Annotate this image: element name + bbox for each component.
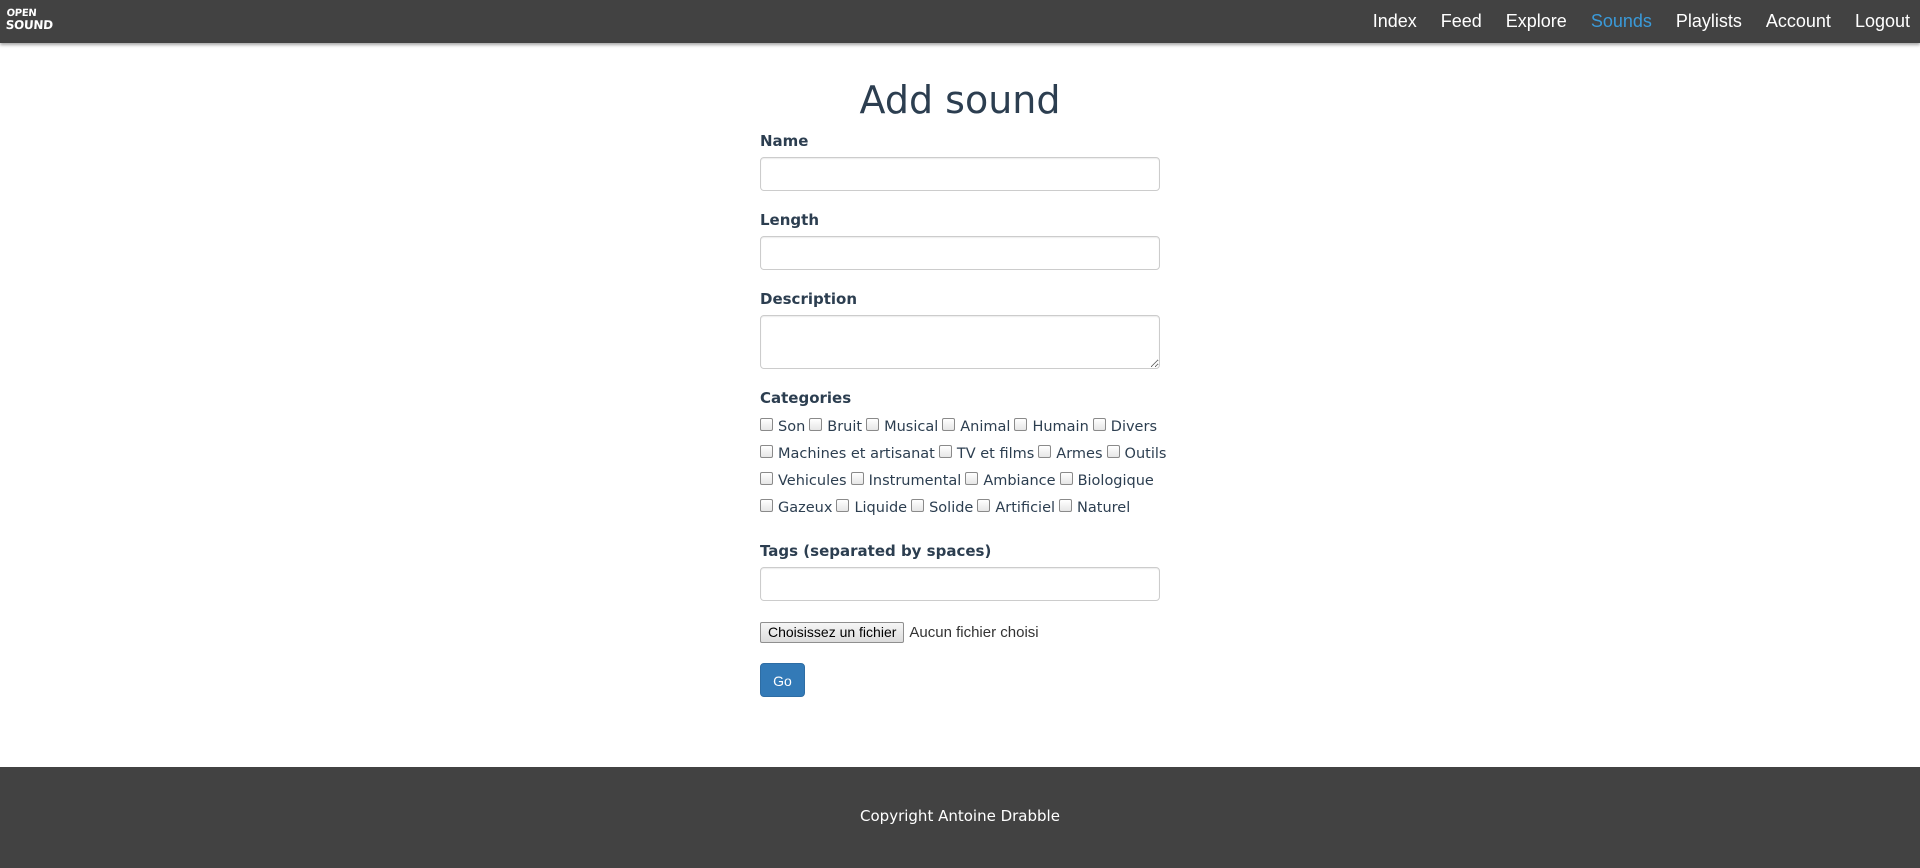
checkbox[interactable] <box>850 472 864 485</box>
navbar: OPEN SOUND Index Feed Explore Sounds Pla… <box>0 0 1920 43</box>
categories-row: Vehicules Instrumental Ambiance Biologiq… <box>760 467 1180 494</box>
footer: Copyright Antoine Drabble <box>0 767 1920 868</box>
checkbox[interactable] <box>760 472 773 485</box>
categories-row: Gazeux Liquide Solide Artificiel Naturel <box>760 494 1180 521</box>
checkbox[interactable] <box>977 499 991 512</box>
nav-logout[interactable]: Logout <box>1843 0 1920 43</box>
checkbox[interactable] <box>809 418 823 431</box>
category-liquide[interactable]: Liquide <box>836 499 907 516</box>
main-nav: Index Feed Explore Sounds Playlists Acco… <box>1361 0 1920 43</box>
category-divers[interactable]: Divers <box>1092 418 1157 435</box>
description-textarea[interactable] <box>760 315 1160 369</box>
checkbox[interactable] <box>1014 418 1028 431</box>
nav-index[interactable]: Index <box>1361 0 1429 43</box>
length-label: Length <box>760 211 819 229</box>
name-label: Name <box>760 132 809 150</box>
open-sound-logo[interactable]: OPEN SOUND <box>5 8 54 34</box>
checkbox[interactable] <box>836 499 850 512</box>
file-status: Aucun fichier choisi <box>909 623 1039 641</box>
description-label: Description <box>760 290 858 308</box>
checkbox[interactable] <box>942 418 956 431</box>
category-tv-et-films[interactable]: TV et films <box>938 445 1034 462</box>
checkbox[interactable] <box>866 418 880 431</box>
category-animal[interactable]: Animal <box>942 418 1010 435</box>
category-humain[interactable]: Humain <box>1014 418 1089 435</box>
category-son[interactable]: Son <box>760 418 805 435</box>
categories-label: Categories <box>760 389 852 407</box>
nav-feed[interactable]: Feed <box>1429 0 1494 43</box>
categories-row: Machines et artisanat TV et films Armes … <box>760 440 1180 467</box>
page-title: Add sound <box>859 78 1061 122</box>
category-solide[interactable]: Solide <box>911 499 973 516</box>
tags-label: Tags (separated by spaces) <box>760 542 992 560</box>
category-musical[interactable]: Musical <box>866 418 938 435</box>
category-machines-et-artisanat[interactable]: Machines et artisanat <box>760 445 935 462</box>
category-bruit[interactable]: Bruit <box>809 418 862 435</box>
nav-account[interactable]: Account <box>1754 0 1843 43</box>
category-ambiance[interactable]: Ambiance <box>965 472 1056 489</box>
checkbox[interactable] <box>911 499 925 512</box>
checkbox[interactable] <box>938 445 952 458</box>
category-outils[interactable]: Outils <box>1106 445 1166 462</box>
category-vehicules[interactable]: Vehicules <box>760 472 847 489</box>
go-button[interactable]: Go <box>760 663 805 697</box>
checkbox[interactable] <box>1038 445 1052 458</box>
categories-group: Son Bruit Musical Animal Humain Divers M… <box>760 413 1180 521</box>
name-input[interactable] <box>760 157 1160 191</box>
checkbox[interactable] <box>965 472 979 485</box>
checkbox[interactable] <box>1092 418 1106 431</box>
tags-input[interactable] <box>760 567 1160 601</box>
category-artificiel[interactable]: Artificiel <box>977 499 1055 516</box>
length-input[interactable] <box>760 236 1160 270</box>
checkbox[interactable] <box>1059 472 1073 485</box>
category-biologique[interactable]: Biologique <box>1059 472 1154 489</box>
choose-file-button[interactable]: Choisissez un fichier <box>760 621 905 643</box>
checkbox[interactable] <box>1059 499 1073 512</box>
category-naturel[interactable]: Naturel <box>1059 499 1130 516</box>
category-armes[interactable]: Armes <box>1038 445 1103 462</box>
category-instrumental[interactable]: Instrumental <box>850 472 961 489</box>
checkbox[interactable] <box>760 445 773 458</box>
nav-explore[interactable]: Explore <box>1494 0 1579 43</box>
categories-row: Son Bruit Musical Animal Humain Divers <box>760 413 1180 440</box>
nav-sounds[interactable]: Sounds <box>1579 0 1664 43</box>
checkbox[interactable] <box>760 418 773 431</box>
checkbox[interactable] <box>760 499 773 512</box>
checkbox[interactable] <box>1106 445 1120 458</box>
copyright-text: Copyright Antoine Drabble <box>860 807 1060 825</box>
logo-line-2: SOUND <box>5 18 54 32</box>
file-picker: Choisissez un fichier Aucun fichier choi… <box>760 621 1039 643</box>
nav-playlists[interactable]: Playlists <box>1664 0 1754 43</box>
category-gazeux[interactable]: Gazeux <box>760 499 832 516</box>
